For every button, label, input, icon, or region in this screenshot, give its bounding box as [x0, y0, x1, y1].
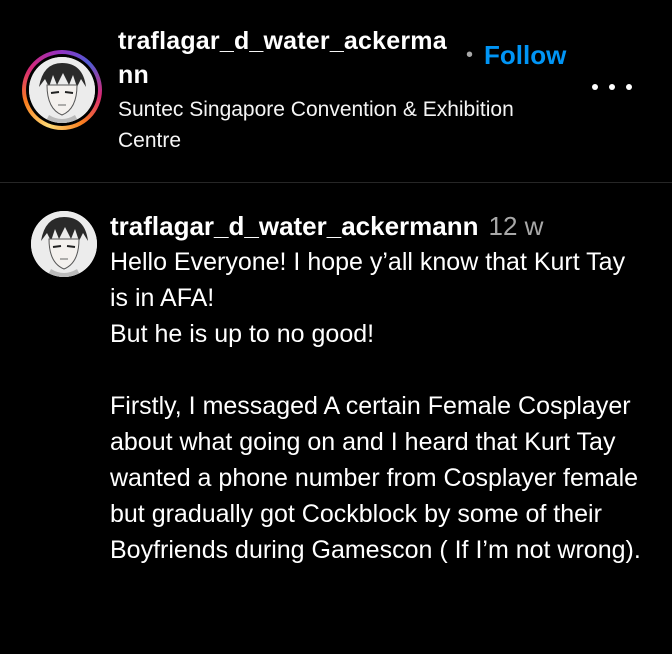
more-horizontal-icon-dot [592, 84, 598, 90]
anime-portrait-icon [29, 57, 95, 123]
avatar-ring-inner [26, 54, 98, 126]
anime-portrait-icon [31, 211, 97, 277]
separator-dot: • [466, 44, 474, 66]
post-author-username[interactable]: traflagar_d_water_ackermann [118, 24, 458, 92]
avatar [29, 57, 95, 123]
more-horizontal-icon-dot [626, 84, 632, 90]
more-horizontal-icon-dot [609, 84, 615, 90]
follow-button[interactable]: Follow [484, 38, 566, 72]
comment-header: traflagar_d_water_ackermann 12 w [110, 208, 543, 244]
comment-body: Hello Everyone! I hope y’all know that K… [110, 248, 641, 564]
comment-item: traflagar_d_water_ackermann 12 w Hello Ev… [0, 184, 672, 654]
profile-avatar-story-ring[interactable] [22, 50, 102, 130]
more-options-button[interactable] [592, 72, 632, 102]
comment-username[interactable]: traflagar_d_water_ackermann [110, 211, 479, 241]
avatar [31, 211, 97, 277]
post-header: traflagar_d_water_ackermann • Follow Sun… [0, 0, 672, 183]
comment-avatar[interactable] [31, 211, 97, 277]
post-location[interactable]: Suntec Singapore Convention & Exhibition… [118, 94, 518, 156]
comment-timestamp[interactable]: 12 w [489, 211, 544, 241]
